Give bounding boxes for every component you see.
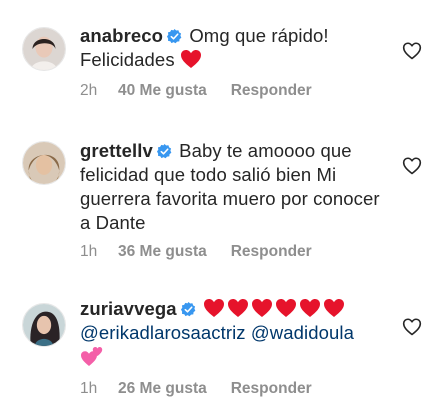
heart-outline-icon[interactable] bbox=[402, 41, 422, 61]
username[interactable]: grettellv bbox=[80, 140, 153, 161]
reply-button[interactable]: Responder bbox=[231, 81, 312, 101]
username[interactable]: anabreco bbox=[80, 25, 163, 46]
comment-body: anabreco Omg que rápido! Felicidades bbox=[80, 24, 380, 72]
two-pink-hearts-emoji bbox=[80, 345, 104, 367]
comment-time: 1h bbox=[80, 243, 98, 260]
red-heart-emoji bbox=[323, 298, 345, 318]
likes-count[interactable]: 40 Me gusta bbox=[118, 81, 207, 101]
heart-outline-icon[interactable] bbox=[402, 156, 422, 176]
avatar[interactable] bbox=[22, 27, 66, 71]
mention-link[interactable]: @erikadlarosaactriz bbox=[80, 322, 246, 343]
red-hearts-row bbox=[203, 298, 347, 319]
red-heart-emoji bbox=[275, 298, 297, 318]
comment-time: 1h bbox=[80, 380, 98, 397]
mention-link[interactable]: @wadidoula bbox=[251, 322, 354, 343]
verified-badge-icon bbox=[156, 144, 172, 159]
red-heart-emoji bbox=[227, 298, 249, 318]
red-heart-emoji bbox=[251, 298, 273, 318]
reply-button[interactable]: Responder bbox=[231, 242, 312, 262]
avatar[interactable] bbox=[22, 141, 66, 185]
comment-body: grettellv Baby te amoooo que felicidad q… bbox=[80, 139, 380, 235]
comment-time: 2h bbox=[80, 82, 98, 99]
red-heart-emoji bbox=[299, 298, 321, 318]
red-heart-emoji bbox=[180, 49, 202, 69]
verified-badge-icon bbox=[180, 302, 196, 317]
likes-count[interactable]: 26 Me gusta bbox=[118, 379, 207, 399]
red-heart-emoji bbox=[203, 298, 225, 318]
avatar[interactable] bbox=[22, 303, 66, 347]
comment-meta: 2h 40 Me gusta Responder bbox=[80, 81, 312, 101]
comment-meta: 1h 36 Me gusta Responder bbox=[80, 242, 312, 262]
likes-count[interactable]: 36 Me gusta bbox=[118, 242, 207, 262]
comment-body: zuriavvega @erikadlarosaactriz @wadidoul… bbox=[80, 297, 380, 369]
reply-button[interactable]: Responder bbox=[231, 379, 312, 399]
verified-badge-icon bbox=[167, 29, 182, 44]
username[interactable]: zuriavvega bbox=[80, 298, 177, 319]
heart-outline-icon[interactable] bbox=[402, 317, 422, 337]
comment-meta: 1h 26 Me gusta Responder bbox=[80, 379, 312, 399]
